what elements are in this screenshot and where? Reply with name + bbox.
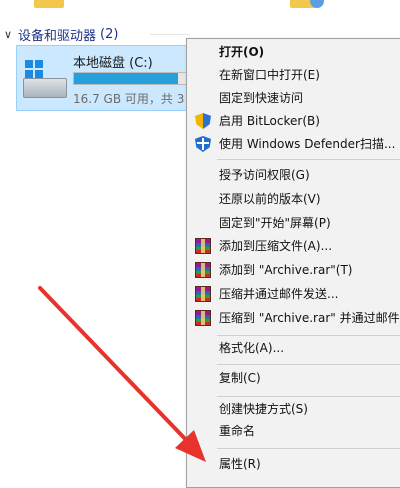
menu-item-grant-access[interactable]: 授予访问权限(G) (187, 164, 400, 186)
menu-item-label: 压缩并通过邮件发送... (219, 287, 339, 301)
drive-usage-bar (73, 72, 197, 85)
menu-separator (217, 364, 400, 365)
menu-item-add-archive-rar[interactable]: 添加到 "Archive.rar"(T) (187, 259, 400, 281)
menu-item-copy[interactable]: 复制(C) (187, 367, 400, 389)
menu-separator (217, 159, 400, 160)
menu-item-label: 启用 BitLocker(B) (219, 114, 320, 128)
menu-item-add-archive[interactable]: 添加到压缩文件(A)... (187, 235, 400, 257)
menu-item-label: 复制(C) (219, 371, 261, 385)
context-menu: 打开(O) 在新窗口中打开(E) 固定到快速访问 启用 BitLocker(B)… (186, 38, 400, 488)
menu-item-properties[interactable]: 属性(R) (187, 453, 400, 475)
menu-item-pin-quick-access[interactable]: 固定到快速访问 (187, 87, 400, 109)
windows-defender-icon (195, 136, 211, 152)
winrar-icon (195, 286, 211, 302)
menu-item-label: 创建快捷方式(S) (219, 402, 308, 416)
drive-c-tile[interactable]: 本地磁盘 (C:) 16.7 GB 可用，共 3 (16, 45, 197, 111)
folder-icon (290, 0, 324, 8)
menu-item-defender-scan[interactable]: 使用 Windows Defender扫描... (187, 133, 400, 155)
menu-item-label: 属性(R) (219, 457, 261, 471)
menu-item-pin-start[interactable]: 固定到"开始"屏幕(P) (187, 212, 400, 234)
drive-name: 本地磁盘 (C:) (73, 56, 153, 71)
chevron-down-icon[interactable]: ∨ (4, 28, 18, 41)
menu-item-restore-versions[interactable]: 还原以前的版本(V) (187, 188, 400, 210)
group-divider (150, 34, 190, 35)
menu-item-label: 添加到 "Archive.rar"(T) (219, 263, 353, 277)
menu-separator (217, 396, 400, 397)
group-count: (2) (100, 26, 119, 42)
menu-item-compress-email[interactable]: 压缩并通过邮件发送... (187, 283, 400, 305)
menu-item-open[interactable]: 打开(O) (187, 41, 400, 63)
menu-item-label: 打开(O) (219, 45, 265, 59)
menu-item-label: 添加到压缩文件(A)... (219, 239, 333, 253)
menu-item-label: 授予访问权限(G) (219, 168, 310, 182)
menu-item-label: 固定到"开始"屏幕(P) (219, 216, 331, 230)
menu-item-format[interactable]: 格式化(A)... (187, 337, 400, 359)
menu-item-compress-rar-email[interactable]: 压缩到 "Archive.rar" 并通过邮件发送 (187, 307, 400, 329)
bitlocker-shield-icon (195, 113, 211, 129)
winrar-icon (195, 310, 211, 326)
windows-logo-icon (25, 60, 43, 78)
drive-usage-fill (74, 73, 178, 84)
menu-separator (217, 335, 400, 336)
devices-group-header[interactable]: ∨ 设备和驱动器 (2) (4, 24, 118, 44)
menu-separator (217, 448, 400, 449)
menu-item-bitlocker[interactable]: 启用 BitLocker(B) (187, 110, 400, 132)
hard-drive-icon (23, 60, 67, 100)
menu-item-label: 重命名 (219, 424, 256, 438)
menu-item-label: 还原以前的版本(V) (219, 192, 321, 206)
winrar-icon (195, 238, 211, 254)
menu-item-label: 在新窗口中打开(E) (219, 68, 320, 82)
folder-icon (34, 0, 64, 8)
winrar-icon (195, 262, 211, 278)
menu-item-open-new-window[interactable]: 在新窗口中打开(E) (187, 64, 400, 86)
group-title: 设备和驱动器 (18, 28, 97, 44)
menu-item-label: 使用 Windows Defender扫描... (219, 137, 396, 151)
drive-space-text: 16.7 GB 可用，共 3 (73, 92, 185, 106)
menu-item-rename[interactable]: 重命名 (187, 420, 400, 442)
menu-item-label: 格式化(A)... (219, 341, 285, 355)
menu-item-create-shortcut[interactable]: 创建快捷方式(S) (187, 398, 400, 420)
menu-item-label: 压缩到 "Archive.rar" 并通过邮件发送 (219, 311, 400, 325)
menu-item-label: 固定到快速访问 (219, 91, 304, 105)
